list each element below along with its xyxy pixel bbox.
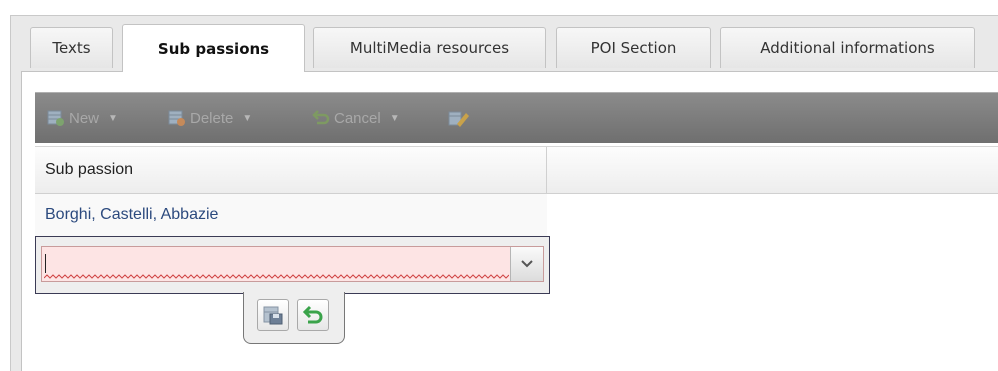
new-label: New — [69, 109, 100, 127]
grid-toolbar: New ▼ Delete ▼ Cancel ▼ — [35, 92, 998, 143]
edit-button[interactable] — [448, 93, 470, 143]
save-icon — [263, 306, 283, 325]
cancel-button[interactable]: Cancel ▼ — [312, 93, 400, 143]
delete-button[interactable]: Delete ▼ — [168, 93, 252, 143]
tab-multimedia-resources[interactable]: MultiMedia resources — [313, 27, 546, 68]
tab-sub-passions[interactable]: Sub passions — [122, 24, 305, 72]
chevron-down-icon — [521, 260, 533, 268]
chevron-down-icon: ▼ — [242, 112, 253, 124]
save-button[interactable] — [257, 299, 289, 331]
combo-dropdown-button[interactable] — [510, 247, 543, 281]
edit-pencil-icon — [448, 109, 469, 127]
tab-additional-informations[interactable]: Additional informations — [720, 27, 975, 68]
text-cursor — [45, 254, 46, 273]
invalid-underline — [44, 274, 509, 279]
sub-passion-combobox[interactable] — [41, 246, 544, 282]
cancel-label: Cancel — [334, 109, 381, 127]
delete-row-icon — [168, 109, 186, 127]
column-header-sub-passion[interactable]: Sub passion — [35, 147, 547, 193]
tab-texts[interactable]: Texts — [30, 27, 113, 68]
edit-actions-popup — [243, 292, 345, 344]
inline-edit-row — [35, 236, 550, 294]
table-row[interactable]: Borghi, Castelli, Abbazie — [35, 194, 547, 236]
undo-icon — [302, 305, 323, 324]
grid-header: Sub passion — [35, 146, 998, 194]
cancel-edit-button[interactable] — [297, 299, 329, 331]
undo-icon — [312, 109, 330, 127]
new-button[interactable]: New ▼ — [47, 93, 118, 143]
new-row-icon — [47, 109, 65, 127]
chevron-down-icon: ▼ — [108, 112, 118, 124]
delete-label: Delete — [190, 109, 234, 127]
tab-poi-section[interactable]: POI Section — [556, 27, 711, 68]
chevron-down-icon: ▼ — [389, 112, 400, 124]
